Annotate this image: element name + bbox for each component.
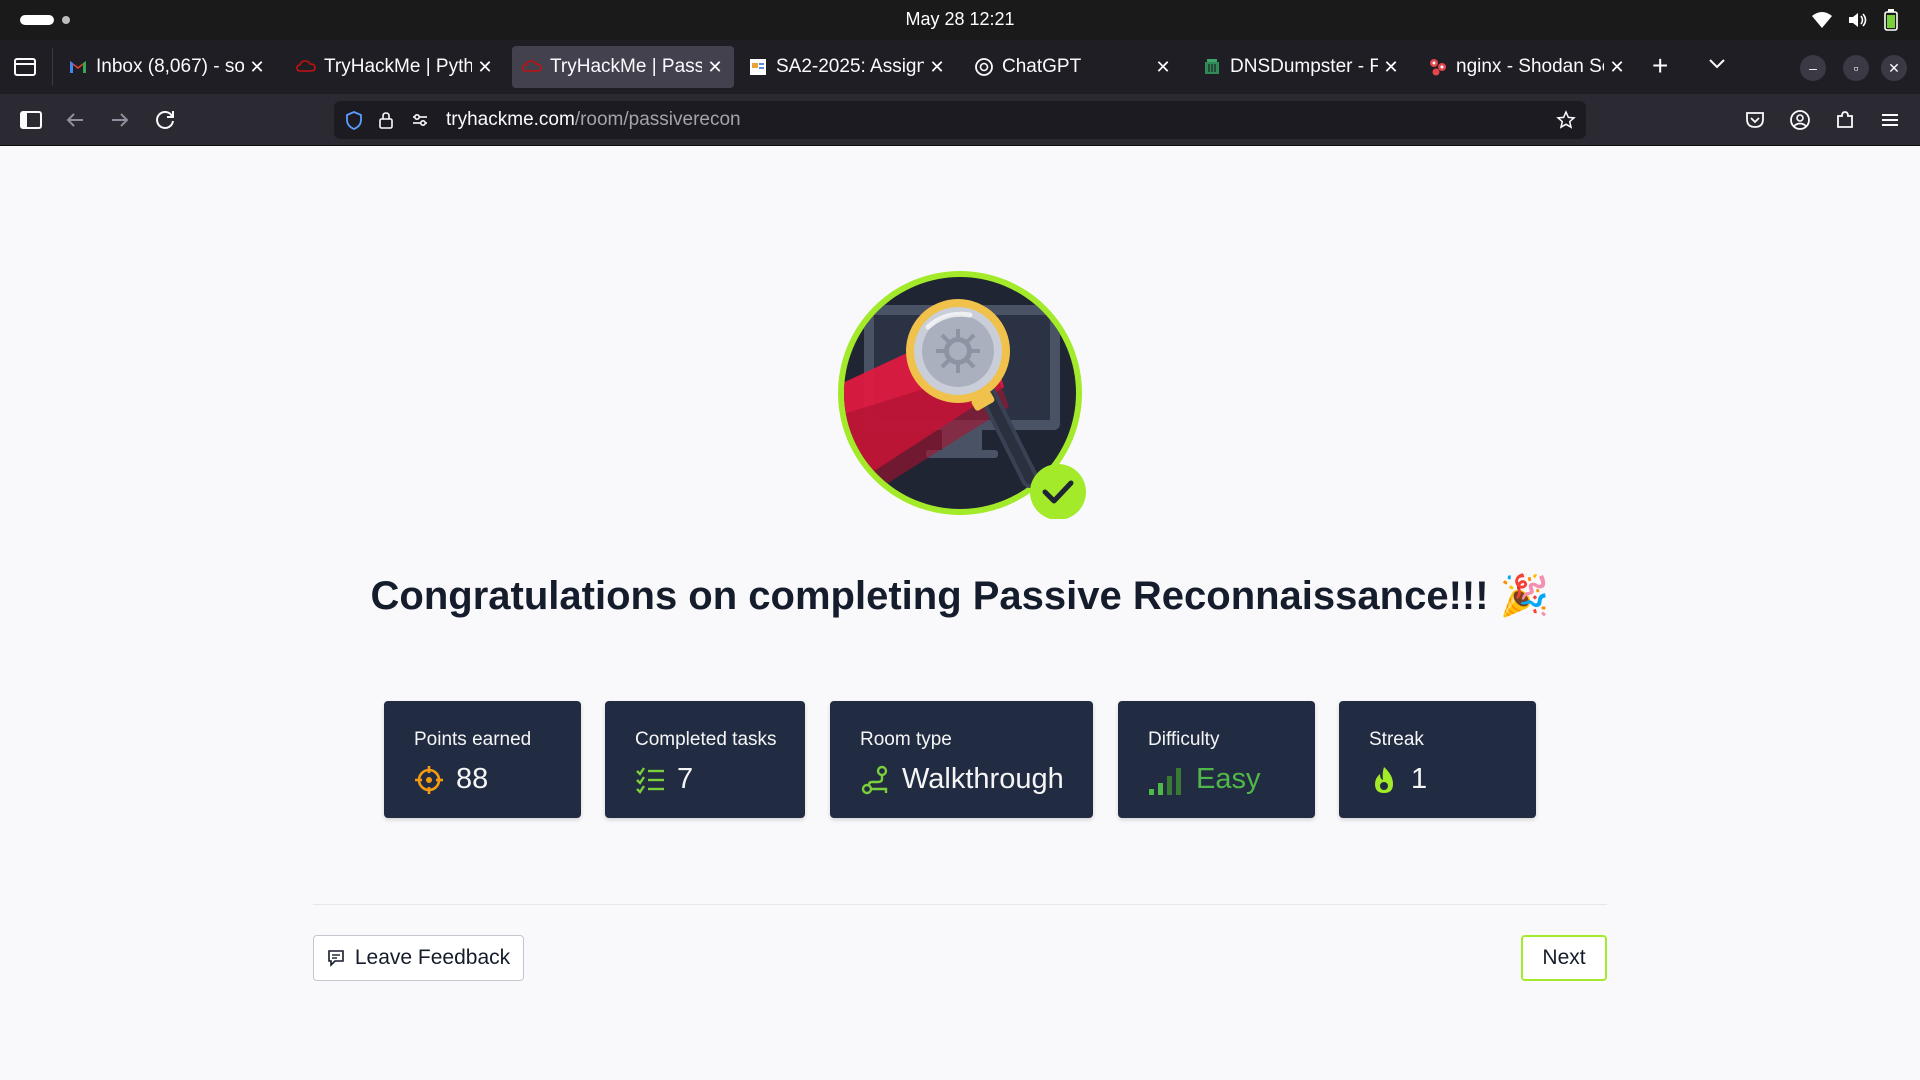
task-list-icon <box>636 766 664 794</box>
stat-value: 88 <box>456 763 489 795</box>
signal-bars-icon <box>1149 767 1181 795</box>
stat-label: Completed tasks <box>635 729 777 750</box>
tab-shodan[interactable]: nginx - Shodan Sea ✕ <box>1418 46 1636 88</box>
tab-label: TryHackMe | Pytho <box>324 56 472 77</box>
tab-label: nginx - Shodan Sea <box>1456 56 1604 77</box>
wifi-icon <box>1812 12 1832 28</box>
stat-label: Difficulty <box>1148 729 1220 750</box>
tab-close-icon[interactable]: ✕ <box>1382 57 1400 78</box>
extensions-puzzle-icon[interactable] <box>1832 107 1858 133</box>
tab-label: Inbox (8,067) - solo <box>96 56 244 77</box>
stat-value-row: Walkthrough <box>860 763 1064 796</box>
stat-value-row: 1 <box>1369 763 1427 796</box>
stat-value: 7 <box>677 763 694 795</box>
tab-close-icon[interactable]: ✕ <box>928 57 946 78</box>
menu-hamburger-icon[interactable] <box>1877 107 1903 133</box>
bookmark-star-icon[interactable] <box>1556 110 1576 130</box>
pocket-icon[interactable] <box>1742 107 1768 133</box>
section-divider <box>313 904 1607 905</box>
target-icon <box>415 765 443 794</box>
stat-value: Easy <box>1196 763 1261 795</box>
tab-close-icon[interactable]: ✕ <box>1154 57 1172 78</box>
next-label: Next <box>1542 946 1586 969</box>
navigation-toolbar: tryhackme.com/room/passiverecon <box>0 94 1920 146</box>
restore-window-icon[interactable]: ▫ <box>1843 55 1869 81</box>
url-host: tryhackme.com <box>446 109 575 130</box>
stat-card-tasks: Completed tasks 7 <box>605 701 805 818</box>
stat-value: 1 <box>1411 763 1428 795</box>
new-tab-icon[interactable]: + <box>1652 52 1668 80</box>
tab-separator <box>52 48 53 86</box>
stat-value-row: 88 <box>414 763 488 796</box>
tab-dnsdumpster[interactable]: DNSDumpster - Fin ✕ <box>1192 46 1410 88</box>
chatgpt-icon <box>975 58 993 76</box>
leave-feedback-button[interactable]: Leave Feedback <box>313 935 524 981</box>
next-button[interactable]: Next <box>1521 935 1607 981</box>
gmail-icon <box>70 61 86 73</box>
stat-card-room-type: Room type Walkthrough <box>830 701 1093 818</box>
minimize-window-icon[interactable]: – <box>1800 55 1826 81</box>
route-icon <box>861 765 888 794</box>
close-window-icon[interactable]: ✕ <box>1881 55 1907 81</box>
url-path: /room/passiverecon <box>574 109 741 130</box>
back-arrow-icon[interactable] <box>62 107 88 133</box>
magnifier-monitor-badge-icon <box>838 271 1086 520</box>
shodan-icon <box>1430 59 1446 76</box>
tab-label: ChatGPT <box>1002 56 1082 77</box>
tab-gmail[interactable]: Inbox (8,067) - solo ✕ <box>58 46 276 88</box>
forward-arrow-icon[interactable] <box>107 107 133 133</box>
stat-card-points: Points earned 88 <box>384 701 581 818</box>
page-title: Congratulations on completing Passive Re… <box>370 574 1550 618</box>
tab-label: DNSDumpster - Fin <box>1230 56 1378 77</box>
room-completion-badge <box>834 267 1086 520</box>
tab-sa2-assignment[interactable]: SA2-2025: Assignm ✕ <box>738 46 956 88</box>
tryhackme-icon <box>522 60 542 72</box>
reload-icon[interactable] <box>152 107 178 133</box>
stat-card-difficulty: Difficulty Easy <box>1118 701 1315 818</box>
stat-value: Walkthrough <box>902 763 1064 795</box>
address-bar[interactable]: tryhackme.com/room/passiverecon <box>334 101 1586 139</box>
account-icon[interactable] <box>1787 107 1813 133</box>
stat-label: Points earned <box>414 729 532 750</box>
battery-icon <box>1884 9 1898 31</box>
chevron-down-icon[interactable] <box>1706 52 1728 74</box>
feedback-chat-icon <box>328 950 344 967</box>
system-top-bar: May 28 12:21 <box>0 0 1920 40</box>
stat-value-row: Easy <box>1148 763 1260 796</box>
tab-label: TryHackMe | Passiv <box>550 56 702 77</box>
leave-feedback-label: Leave Feedback <box>354 946 511 969</box>
system-tray[interactable] <box>1812 9 1898 31</box>
volume-icon <box>1849 13 1867 27</box>
tracking-protection-shield-icon[interactable] <box>344 110 364 130</box>
tab-close-icon[interactable]: ✕ <box>706 57 724 78</box>
document-icon <box>750 59 766 75</box>
tab-close-icon[interactable]: ✕ <box>476 57 494 78</box>
site-permissions-icon[interactable] <box>410 110 430 130</box>
system-clock[interactable]: May 28 12:21 <box>0 9 1920 30</box>
page-content: Congratulations on completing Passive Re… <box>0 147 1920 1080</box>
tab-chatgpt[interactable]: ChatGPT ✕ <box>964 46 1182 88</box>
tab-close-icon[interactable]: ✕ <box>1608 57 1626 78</box>
tab-tryhackme-passive[interactable]: TryHackMe | Passiv ✕ <box>512 46 734 88</box>
stat-value-row: 7 <box>635 763 693 796</box>
firefox-view-icon[interactable] <box>12 54 38 80</box>
tab-label: SA2-2025: Assignm <box>776 56 924 77</box>
stat-label: Room type <box>860 729 952 750</box>
dnsdumpster-icon <box>1205 59 1219 74</box>
lock-icon[interactable] <box>376 110 396 130</box>
url-text[interactable]: tryhackme.com/room/passiverecon <box>446 109 741 131</box>
flame-icon <box>1375 766 1393 793</box>
sidebar-toggle-icon[interactable] <box>18 107 44 133</box>
stat-card-streak: Streak 1 <box>1339 701 1536 818</box>
tryhackme-icon <box>296 60 316 72</box>
stat-label: Streak <box>1369 729 1424 750</box>
browser-tab-strip: Inbox (8,067) - solo ✕ TryHackMe | Pytho… <box>0 40 1920 94</box>
tab-tryhackme-python[interactable]: TryHackMe | Pytho ✕ <box>286 46 504 88</box>
tab-close-icon[interactable]: ✕ <box>248 57 266 78</box>
